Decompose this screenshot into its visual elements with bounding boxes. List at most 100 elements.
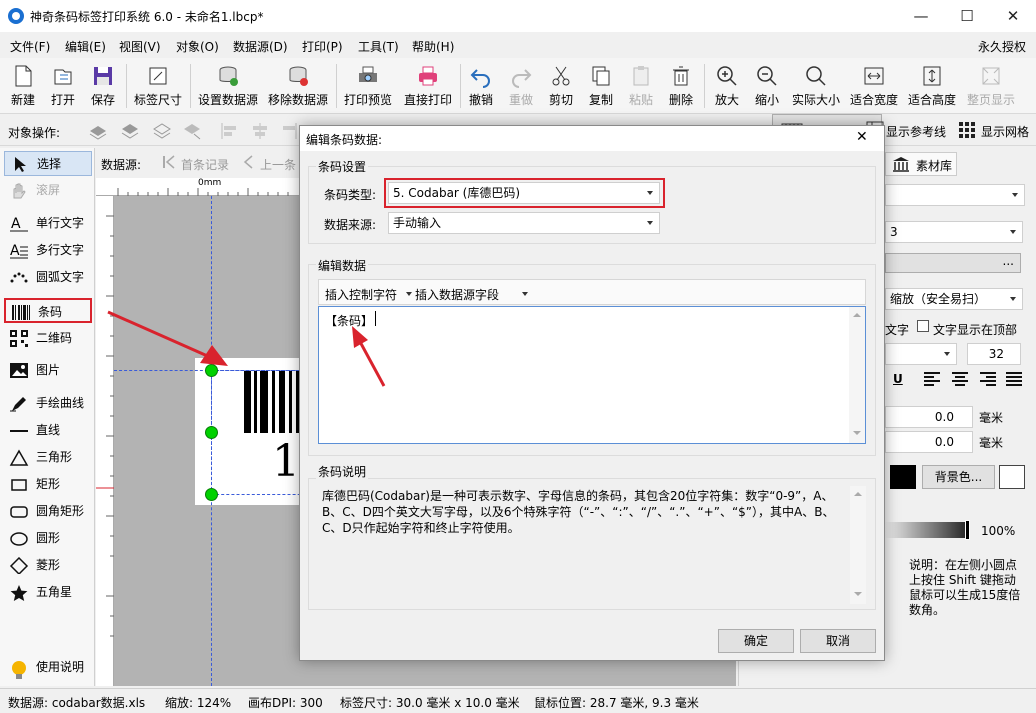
opacity-slider-thumb[interactable] <box>965 520 970 540</box>
label-size-button[interactable]: 标签尺寸 <box>130 60 186 112</box>
fit-width-button[interactable]: 适合宽度 <box>848 60 900 112</box>
background-color-button[interactable]: 背景色... <box>922 465 995 489</box>
text-top-checkbox[interactable] <box>917 320 929 332</box>
scroll-down-icon[interactable] <box>854 592 862 596</box>
tool-image[interactable]: 图片 <box>4 358 92 383</box>
tool-diamond[interactable]: 菱形 <box>4 553 92 578</box>
save-button[interactable]: 保存 <box>84 60 122 112</box>
minimize-button[interactable]: — <box>898 0 944 32</box>
background-color-swatch[interactable] <box>999 465 1025 489</box>
barcode-data-textarea[interactable]: 【条码】 <box>318 306 866 444</box>
tool-freehand[interactable]: 手绘曲线 <box>4 391 92 416</box>
open-button[interactable]: 打开 <box>44 60 82 112</box>
layer-bottom-icon[interactable] <box>182 122 202 140</box>
fit-height-button[interactable]: 适合高度 <box>905 60 959 112</box>
show-grid-label[interactable]: 显示网格 <box>981 123 1029 140</box>
font-size-input[interactable]: 32 <box>967 343 1021 365</box>
tool-qrcode[interactable]: 二维码 <box>4 326 92 351</box>
ok-button[interactable]: 确定 <box>718 629 794 653</box>
tool-arc-text[interactable]: 圆弧文字 <box>4 265 92 290</box>
menu-tools[interactable]: 工具(T) <box>358 38 399 55</box>
right-select-1[interactable] <box>885 184 1025 206</box>
align-center-icon[interactable] <box>250 122 270 140</box>
align-left-icon[interactable] <box>220 122 240 140</box>
align-right-icon[interactable] <box>280 122 298 140</box>
tool-scroll[interactable]: 滚屏 <box>4 178 92 203</box>
tool-rectangle[interactable]: 矩形 <box>4 472 92 497</box>
tool-multi-text[interactable]: A 多行文字 <box>4 238 92 263</box>
layer-up-icon[interactable] <box>88 122 108 140</box>
menu-print[interactable]: 打印(P) <box>302 38 343 55</box>
direct-print-button[interactable]: 直接打印 <box>400 60 456 112</box>
opacity-slider[interactable] <box>885 522 969 538</box>
offset-x-input[interactable]: 0.0 <box>885 406 973 428</box>
library-tab[interactable]: 素材库 <box>885 152 957 176</box>
tool-rounded-rect[interactable]: 圆角矩形 <box>4 499 92 524</box>
show-guides-label[interactable]: 显示参考线 <box>886 123 946 140</box>
print-preview-button[interactable]: 打印预览 <box>340 60 396 112</box>
maximize-button[interactable]: ☐ <box>944 0 990 32</box>
copy-button[interactable]: 复制 <box>582 60 620 112</box>
actual-size-button[interactable]: 实际大小 <box>789 60 843 112</box>
redo-button[interactable]: 重做 <box>502 60 540 112</box>
resize-handle-middle[interactable] <box>205 426 218 439</box>
tool-barcode[interactable]: 条码 <box>4 298 92 323</box>
insert-control-char-menu[interactable]: 插入控制字符 <box>325 286 397 303</box>
align-center-text-icon[interactable] <box>951 371 969 387</box>
tool-select[interactable]: 选择 <box>4 151 92 176</box>
scale-mode-select[interactable]: 缩放（安全易扫） <box>885 288 1023 310</box>
offset-y-input[interactable]: 0.0 <box>885 431 973 453</box>
layer-down-icon[interactable] <box>120 122 140 140</box>
actual-size-label: 实际大小 <box>791 93 840 107</box>
tool-line[interactable]: 直线 <box>4 418 92 443</box>
set-datasource-button[interactable]: 设置数据源 <box>195 60 261 112</box>
menu-file[interactable]: 文件(F) <box>10 38 50 55</box>
prev-record-button[interactable]: 上一条 <box>260 156 296 173</box>
font-select[interactable] <box>885 343 957 365</box>
barcode-type-select[interactable]: 5. Codabar (库德巴码) <box>388 182 660 204</box>
data-source-select[interactable]: 手动输入 <box>388 212 660 234</box>
dialog-close-button[interactable]: ✕ <box>856 129 868 145</box>
close-button[interactable]: ✕ <box>990 0 1036 32</box>
menu-help[interactable]: 帮助(H) <box>412 38 454 55</box>
zoom-in-button[interactable]: 放大 <box>708 60 746 112</box>
cancel-button[interactable]: 取消 <box>800 629 876 653</box>
tool-triangle[interactable]: 三角形 <box>4 445 92 470</box>
redo-icon <box>509 64 533 88</box>
paste-button[interactable]: 粘贴 <box>622 60 660 112</box>
underline-button[interactable]: U <box>893 372 903 386</box>
menu-datasource[interactable]: 数据源(D) <box>233 38 288 55</box>
tool-ellipse[interactable]: 圆形 <box>4 526 92 551</box>
resize-handle-bottom[interactable] <box>205 488 218 501</box>
justify-text-icon[interactable] <box>1005 371 1023 387</box>
fit-width-label: 适合宽度 <box>849 93 898 107</box>
more-button[interactable]: ... <box>885 253 1021 273</box>
new-button[interactable]: 新建 <box>4 60 42 112</box>
scroll-up-icon[interactable] <box>853 313 861 317</box>
full-page-button[interactable]: 整页显示 <box>964 60 1018 112</box>
tool-star[interactable]: 五角星 <box>4 580 92 605</box>
align-right-text-icon[interactable] <box>979 371 997 387</box>
remove-datasource-icon <box>286 64 310 88</box>
right-select-2[interactable]: 3 <box>885 221 1023 243</box>
undo-button[interactable]: 撤销 <box>462 60 500 112</box>
foreground-color-swatch[interactable] <box>890 465 916 489</box>
description-scrollbar[interactable] <box>850 486 866 604</box>
align-left-text-icon[interactable] <box>923 371 941 387</box>
scroll-up-icon[interactable] <box>854 492 862 496</box>
layer-top-icon[interactable] <box>152 122 172 140</box>
zoom-out-button[interactable]: 缩小 <box>748 60 786 112</box>
remove-datasource-button[interactable]: 移除数据源 <box>265 60 331 112</box>
menu-view[interactable]: 视图(V) <box>119 38 161 55</box>
image-icon <box>9 362 29 379</box>
insert-datasource-field-menu[interactable]: 插入数据源字段 <box>415 286 499 303</box>
cut-button[interactable]: 剪切 <box>542 60 580 112</box>
menu-edit[interactable]: 编辑(E) <box>65 38 106 55</box>
menu-object[interactable]: 对象(O) <box>176 38 219 55</box>
textarea-scrollbar[interactable] <box>849 307 865 443</box>
first-record-button[interactable]: 首条记录 <box>181 156 229 173</box>
help-button[interactable]: 使用说明 <box>4 655 92 680</box>
tool-single-text[interactable]: A 单行文字 <box>4 211 92 236</box>
delete-button[interactable]: 删除 <box>662 60 700 112</box>
scroll-down-icon[interactable] <box>853 431 861 435</box>
